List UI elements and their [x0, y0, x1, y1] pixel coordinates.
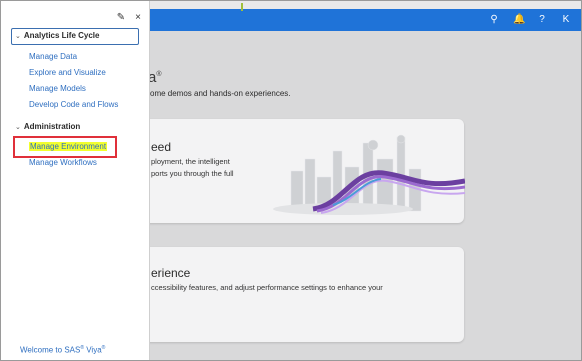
feature-card-experience[interactable]: erience ccessibility features, and adjus…	[119, 247, 464, 342]
navigation-panel: ✎ × ⌄ Analytics Life Cycle Manage Data E…	[1, 1, 150, 360]
nav-item-develop-code[interactable]: Develop Code and Flows	[29, 100, 118, 109]
nav-item-manage-workflows[interactable]: Manage Workflows	[29, 158, 97, 167]
banner-marker	[241, 3, 243, 11]
pin-icon[interactable]: ✎	[117, 12, 125, 23]
card-title: erience	[151, 266, 191, 280]
bell-icon[interactable]: 🔔	[513, 12, 525, 28]
welcome-subtitle: ome demos and hands-on experiences.	[150, 89, 291, 98]
welcome-text: Welcome to SAS	[20, 345, 81, 355]
section-header-label: Analytics Life Cycle	[23, 31, 100, 40]
nav-item-manage-models[interactable]: Manage Models	[29, 84, 86, 93]
search-icon[interactable]: ⚲	[489, 12, 499, 28]
welcome-heading: a®	[148, 69, 162, 86]
nav-item-manage-environment[interactable]: Manage Environment	[29, 142, 108, 151]
welcome-heading-registered: ®	[156, 71, 162, 78]
nav-item-manage-data[interactable]: Manage Data	[29, 52, 77, 61]
close-icon[interactable]: ×	[135, 12, 141, 23]
card-description-line: ployment, the intelligent	[151, 157, 230, 166]
chevron-down-icon: ⌄	[15, 32, 21, 40]
nav-item-explore-visualize[interactable]: Explore and Visualize	[29, 68, 106, 77]
section-header-label: Administration	[23, 122, 81, 131]
banner-icons: ⚲ 🔔 ? K	[489, 12, 571, 28]
card-description-line: ccessibility features, and adjust perfor…	[151, 283, 383, 292]
help-icon[interactable]: ?	[537, 12, 547, 28]
card-description-line: ports you through the full	[151, 169, 234, 178]
welcome-text-tail: Viya	[84, 345, 102, 355]
panel-tools: ✎ ×	[117, 12, 141, 23]
registered-mark: ®	[101, 345, 106, 351]
card-title: eed	[151, 140, 172, 154]
nav-item-label: Manage Environment	[29, 142, 108, 151]
chevron-down-icon: ⌄	[15, 123, 21, 131]
app-frame: ⚲ 🔔 ? K a® ome demos and hands-on experi…	[0, 0, 582, 361]
section-header-analytics[interactable]: ⌄ Analytics Life Cycle	[15, 31, 99, 40]
welcome-link[interactable]: Welcome to SAS® Viya®	[20, 345, 105, 355]
user-avatar[interactable]: K	[561, 12, 571, 28]
section-header-administration[interactable]: ⌄ Administration	[15, 122, 80, 131]
cityscape-illustration	[273, 134, 465, 215]
